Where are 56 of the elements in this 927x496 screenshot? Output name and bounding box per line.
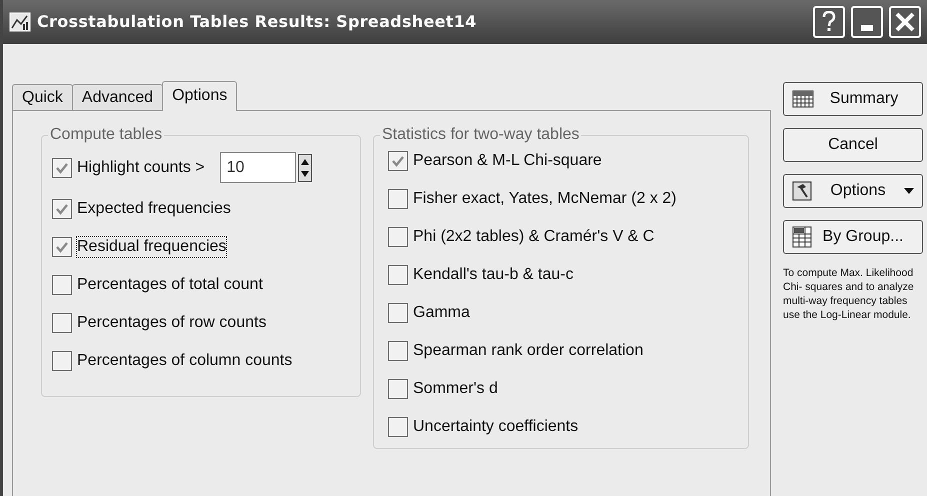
minimize-icon	[861, 25, 873, 31]
dropdown-arrow-icon	[904, 188, 914, 194]
chart-icon	[9, 12, 31, 32]
tab[interactable]: Options	[162, 81, 238, 111]
checkbox-label[interactable]: Gamma	[412, 302, 471, 324]
checkbox-label[interactable]: Uncertainty coefficients	[412, 416, 580, 438]
dialog-button[interactable]: Options	[783, 174, 923, 208]
dialog-button[interactable]: Summary	[783, 82, 923, 116]
checkbox[interactable]	[388, 302, 408, 322]
count-field[interactable]: 10	[220, 152, 296, 183]
checkbox-label[interactable]: Percentages of column counts	[76, 350, 294, 372]
checkbox-label[interactable]: Percentages of total count	[76, 274, 264, 296]
checkbox[interactable]	[388, 264, 408, 284]
group-title: Compute tables	[48, 125, 164, 145]
checkbox-label[interactable]: Highlight counts >	[76, 156, 206, 178]
checkbox[interactable]	[52, 158, 72, 178]
check-icon	[55, 202, 69, 214]
check-icon	[55, 240, 69, 252]
checkbox[interactable]	[388, 188, 408, 208]
checkbox[interactable]	[388, 340, 408, 360]
tab[interactable]: Advanced	[72, 84, 164, 110]
checkbox-label[interactable]: Phi (2x2 tables) & Cramér's V & C	[412, 226, 656, 248]
checkbox-label[interactable]: Spearman rank order correlation	[412, 340, 644, 362]
checkbox[interactable]	[388, 226, 408, 246]
checkbox-label[interactable]: Percentages of row counts	[76, 312, 268, 334]
checkbox-label[interactable]: Fisher exact, Yates, McNemar (2 x 2)	[412, 188, 678, 210]
hammer-icon	[792, 181, 812, 201]
check-icon	[391, 154, 405, 166]
checkbox[interactable]	[388, 378, 408, 398]
grid-icon	[792, 226, 812, 248]
minimize-button[interactable]	[851, 6, 883, 38]
spin-buttons[interactable]	[298, 154, 312, 182]
checkbox-label[interactable]: Kendall's tau-b & tau-c	[412, 264, 574, 286]
window-title: Crosstabulation Tables Results: Spreadsheet14	[37, 11, 477, 33]
close-button[interactable]	[889, 6, 921, 38]
question-mark-icon	[822, 11, 836, 33]
checkbox-label[interactable]: Pearson & M-L Chi-square	[412, 150, 603, 172]
checkbox[interactable]	[52, 274, 72, 294]
help-button[interactable]	[813, 6, 845, 38]
tab[interactable]: Quick	[12, 84, 73, 110]
checkbox[interactable]	[52, 236, 72, 256]
table-icon	[792, 90, 814, 108]
checkbox[interactable]	[52, 312, 72, 332]
close-icon	[895, 12, 915, 32]
check-icon	[55, 162, 69, 174]
checkbox[interactable]	[388, 150, 408, 170]
checkbox[interactable]	[52, 198, 72, 218]
checkbox-label[interactable]: Residual frequencies	[76, 236, 228, 258]
help-note: To compute Max. Likelihood Chi- squares and to analyze multi-way frequency tables use the Log-Linear module.	[783, 266, 915, 322]
group-title: Statistics for two-way tables	[380, 125, 582, 145]
checkbox[interactable]	[52, 350, 72, 370]
checkbox-label[interactable]: Sommer's d	[412, 378, 499, 400]
checkbox[interactable]	[388, 416, 408, 436]
dialog-button[interactable]: By Group...	[783, 220, 923, 254]
dialog-button[interactable]: Cancel	[783, 128, 923, 162]
checkbox-label[interactable]: Expected frequencies	[76, 198, 232, 220]
